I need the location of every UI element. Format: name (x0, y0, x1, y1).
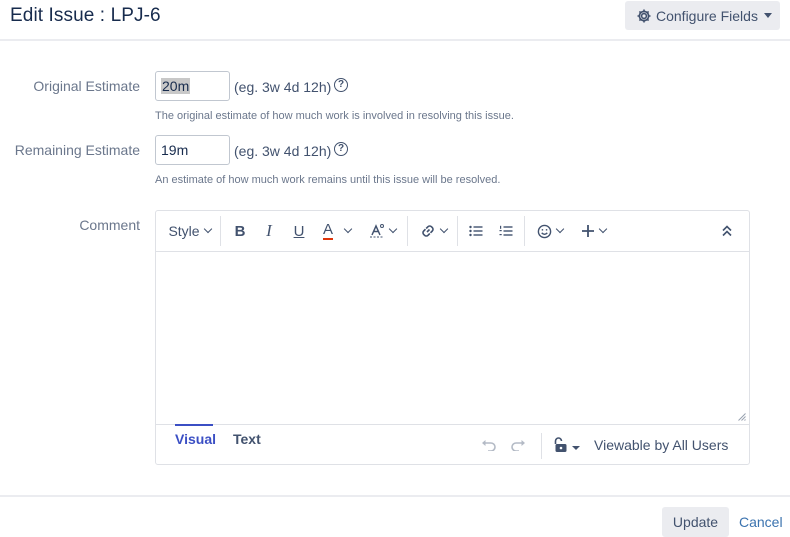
resize-handle-icon[interactable] (738, 413, 746, 421)
numbered-list-icon (499, 225, 513, 236)
italic-button[interactable]: I (260, 220, 278, 242)
editor-toolbar: Style B I U A (156, 211, 749, 252)
dialog-header: Edit Issue : LPJ-6 Configure Fields (0, 0, 790, 41)
chevron-down-icon (439, 224, 448, 234)
style-label: Style (168, 223, 200, 239)
cancel-link[interactable]: Cancel (739, 514, 783, 530)
redo-button[interactable] (508, 434, 528, 456)
link-button[interactable] (418, 220, 448, 242)
visibility-dropdown[interactable] (552, 434, 582, 456)
collapse-toolbar-button[interactable] (718, 220, 736, 242)
comment-text-area[interactable] (156, 252, 749, 424)
bullet-list-icon (469, 225, 483, 237)
dialog-title: Edit Issue : LPJ-6 (10, 5, 161, 26)
caret-down-icon (572, 446, 580, 450)
question-circle-icon[interactable]: ? (334, 78, 348, 92)
toolbar-divider (457, 216, 458, 246)
comment-label: Comment (79, 217, 140, 233)
tab-visual[interactable]: Visual (175, 431, 216, 447)
text-color-label: A (322, 221, 333, 240)
footer-divider (541, 433, 542, 459)
smiley-icon (537, 224, 552, 238)
italic-label: I (266, 221, 272, 240)
undo-button[interactable] (479, 434, 499, 456)
underline-button[interactable]: U (290, 220, 308, 242)
toolbar-divider (220, 216, 221, 246)
original-estimate-value: 20m (161, 78, 191, 94)
original-estimate-label: Original Estimate (33, 78, 140, 94)
plus-icon (581, 225, 594, 237)
comment-editor: Style B I U A Visual Text Viewable by Al… (155, 210, 750, 465)
configure-fields-label: Configure Fields (656, 7, 758, 24)
remaining-estimate-label: Remaining Estimate (14, 142, 140, 158)
bold-button[interactable]: B (231, 220, 249, 242)
chevron-down-icon (598, 224, 607, 234)
original-estimate-description: The original estimate of how much work i… (155, 110, 514, 122)
double-chevron-up-icon (722, 225, 732, 237)
numbered-list-button[interactable] (497, 220, 515, 242)
insert-more-button[interactable] (578, 220, 608, 242)
toolbar-divider (407, 216, 408, 246)
original-estimate-input[interactable]: 20m (155, 71, 230, 101)
bold-label: B (234, 222, 246, 240)
bullet-list-button[interactable] (467, 220, 485, 242)
footer-divider (0, 495, 790, 497)
original-estimate-format-hint: (eg. 3w 4d 12h) (234, 79, 332, 95)
update-label: Update (672, 514, 719, 530)
chevron-down-icon (388, 224, 397, 234)
emoji-button[interactable] (534, 220, 566, 242)
link-icon (421, 225, 434, 237)
configure-fields-button[interactable]: Configure Fields (625, 1, 780, 30)
tab-text[interactable]: Text (233, 431, 261, 447)
chevron-down-icon (555, 224, 565, 234)
redo-icon (511, 440, 525, 451)
remaining-estimate-input[interactable]: 19m (155, 135, 230, 165)
undo-icon (482, 440, 496, 451)
underline-label: U (293, 222, 305, 240)
chevron-down-icon (203, 224, 212, 234)
caret-down-icon (763, 13, 772, 18)
text-color-button[interactable]: A (319, 220, 355, 242)
unlock-icon (554, 437, 567, 452)
toolbar-divider (524, 216, 525, 246)
gear-icon (637, 9, 651, 22)
chevron-down-icon (343, 224, 353, 234)
question-circle-icon[interactable]: ? (334, 142, 348, 156)
visibility-label[interactable]: Viewable by All Users (594, 437, 728, 453)
editor-footer: Visual Text Viewable by All Users (156, 424, 749, 464)
more-formatting-button[interactable] (367, 220, 397, 242)
style-dropdown[interactable]: Style (167, 220, 212, 242)
update-button[interactable]: Update (662, 507, 729, 537)
active-tab-indicator (175, 424, 213, 426)
remaining-estimate-value: 19m (161, 142, 189, 158)
remaining-estimate-description: An estimate of how much work remains unt… (155, 174, 501, 186)
remaining-estimate-format-hint: (eg. 3w 4d 12h) (234, 143, 332, 159)
clear-formatting-icon (369, 224, 384, 238)
